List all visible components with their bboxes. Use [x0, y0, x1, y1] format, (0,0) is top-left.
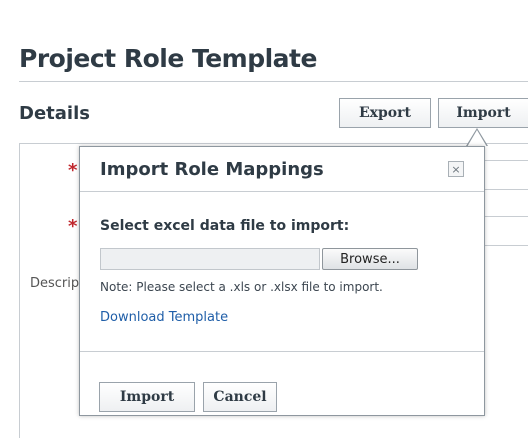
title-divider: [19, 81, 528, 82]
form-field[interactable]: [484, 160, 528, 190]
download-template-link[interactable]: Download Template: [100, 310, 228, 325]
description-label: Description: [30, 276, 80, 291]
page-title: Project Role Template: [19, 44, 317, 73]
dialog-footer-divider: [80, 351, 484, 352]
file-select-label: Select excel data file to import:: [100, 218, 350, 234]
file-type-note: Note: Please select a .xls or .xlsx file…: [100, 280, 383, 294]
browse-button[interactable]: Browse...: [322, 248, 418, 270]
export-button[interactable]: Export: [339, 98, 431, 128]
required-marker: *: [68, 216, 78, 237]
dialog-divider: [80, 191, 484, 192]
file-path-input[interactable]: [100, 248, 320, 270]
dialog-pointer-fill: [467, 130, 487, 147]
section-title: Details: [19, 103, 90, 124]
import-role-mappings-dialog: Import Role Mappings × Select excel data…: [79, 146, 485, 416]
form-field[interactable]: [484, 216, 528, 246]
required-marker: *: [68, 160, 78, 181]
dialog-title: Import Role Mappings: [100, 159, 324, 180]
dialog-cancel-button[interactable]: Cancel: [203, 382, 277, 412]
dialog-import-button[interactable]: Import: [99, 382, 195, 412]
close-icon[interactable]: ×: [448, 161, 464, 177]
import-button[interactable]: Import: [438, 98, 528, 128]
